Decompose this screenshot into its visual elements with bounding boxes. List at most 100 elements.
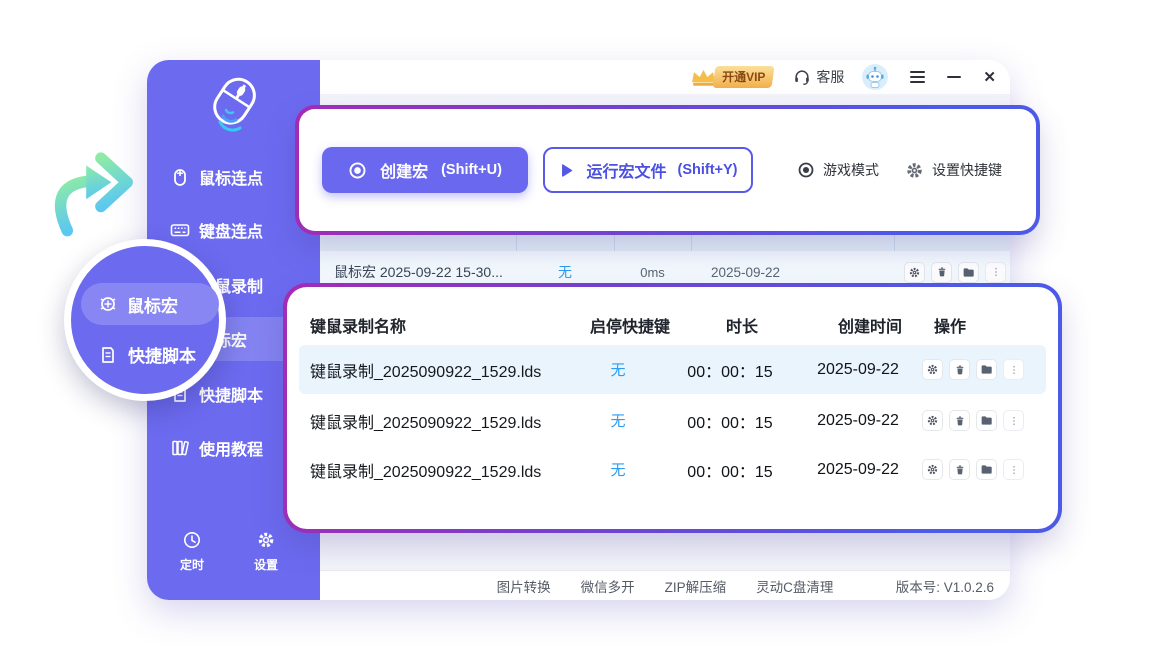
callout-mouse-macro-label: 鼠标宏 bbox=[127, 292, 178, 317]
row-actions bbox=[922, 410, 1046, 431]
col-name: 键鼠录制名称 bbox=[310, 313, 582, 337]
recording-duration: 00：00：15 bbox=[666, 409, 794, 433]
magnifier-callout: 鼠标宏 快捷脚本 bbox=[64, 239, 226, 401]
recording-duration: 00：00：15 bbox=[666, 358, 794, 382]
col-duration: 时长 bbox=[678, 313, 806, 337]
recording-hotkey: 无 bbox=[570, 459, 666, 480]
recording-table-header: 键鼠录制名称 启停快捷键 时长 创建时间 操作 bbox=[287, 309, 1058, 341]
recording-name: 键鼠录制_2025090922_1529.lds bbox=[310, 458, 570, 482]
stage: 鼠标连点 键盘连点 键鼠录制 bbox=[0, 0, 1154, 662]
footer-link-wechat-multi[interactable]: 微信多开 bbox=[581, 576, 635, 596]
macro-name: 鼠标宏 2025-09-22 15-30... bbox=[334, 262, 503, 282]
recording-name: 键鼠录制_2025090922_1529.lds bbox=[310, 358, 570, 382]
settings-action-button[interactable] bbox=[922, 410, 943, 431]
recording-name: 键鼠录制_2025090922_1529.lds bbox=[310, 409, 570, 433]
minimize-icon bbox=[947, 76, 961, 78]
settings-action-button[interactable] bbox=[922, 459, 943, 480]
col-hotkey: 启停快捷键 bbox=[582, 313, 678, 337]
footer-link-image-convert[interactable]: 图片转换 bbox=[497, 576, 551, 596]
headset-icon bbox=[793, 68, 811, 86]
set-hotkey-button[interactable]: 设置快捷键 bbox=[905, 147, 1002, 193]
callout-quick-script-label: 快捷脚本 bbox=[128, 342, 196, 367]
recording-created: 2025-09-22 bbox=[794, 461, 922, 479]
recording-hotkey: 无 bbox=[570, 410, 666, 431]
run-macro-file-button[interactable]: 运行宏文件 (Shift+Y) bbox=[543, 147, 753, 193]
game-mode-toggle[interactable]: 游戏模式 bbox=[797, 147, 879, 193]
customer-service-label: 客服 bbox=[816, 67, 844, 87]
macro-duration: 0ms bbox=[614, 265, 691, 280]
recording-duration: 00：00：15 bbox=[666, 458, 794, 482]
folder-action-button[interactable] bbox=[976, 410, 997, 431]
hamburger-icon bbox=[910, 71, 925, 83]
more-action-button[interactable] bbox=[985, 262, 1006, 283]
recording-created: 2025-09-22 bbox=[794, 412, 922, 430]
row-actions bbox=[922, 459, 1046, 480]
gear-icon bbox=[256, 530, 276, 550]
gear-icon bbox=[905, 161, 924, 180]
minimize-button[interactable] bbox=[947, 76, 961, 78]
set-hotkey-label: 设置快捷键 bbox=[932, 160, 1002, 180]
menu-button[interactable] bbox=[910, 71, 925, 83]
titlebar: 开通VIP 客服 bbox=[320, 60, 1010, 94]
table-row[interactable]: 键鼠录制_2025090922_1529.lds 无 00：00：15 2025… bbox=[299, 345, 1046, 394]
avatar[interactable] bbox=[862, 64, 888, 90]
folder-action-button[interactable] bbox=[958, 262, 979, 283]
recording-hotkey: 无 bbox=[570, 359, 666, 380]
create-macro-button[interactable]: 创建宏 (Shift+U) bbox=[322, 147, 528, 193]
delete-action-button[interactable] bbox=[931, 262, 952, 283]
sidebar-timer-label: 定时 bbox=[180, 556, 204, 573]
keyboard-icon bbox=[170, 220, 190, 240]
settings-action-button[interactable] bbox=[922, 359, 943, 380]
footer: 图片转换 微信多开 ZIP解压缩 灵动C盘清理 版本号: V1.0.2.6 bbox=[320, 570, 1010, 600]
settings-action-button[interactable] bbox=[904, 262, 925, 283]
folder-action-button[interactable] bbox=[976, 459, 997, 480]
footer-link-zip[interactable]: ZIP解压缩 bbox=[665, 576, 727, 596]
version-label: 版本号: V1.0.2.6 bbox=[896, 576, 994, 596]
callout-quick-script-item[interactable]: 快捷脚本 bbox=[98, 342, 196, 367]
more-action-button[interactable] bbox=[1003, 410, 1024, 431]
sidebar-timer-button[interactable]: 定时 bbox=[162, 530, 222, 573]
sidebar-item-label: 键盘连点 bbox=[199, 218, 263, 242]
callout-mouse-macro-item[interactable]: 鼠标宏 bbox=[81, 283, 219, 325]
sidebar-item-label: 使用教程 bbox=[199, 436, 263, 460]
col-created: 创建时间 bbox=[806, 313, 934, 337]
sidebar-settings-label: 设置 bbox=[254, 556, 278, 573]
game-mode-label: 游戏模式 bbox=[823, 160, 879, 180]
macro-bug-icon bbox=[98, 294, 118, 314]
toolbar-highlight-panel: 创建宏 (Shift+U) 运行宏文件 (Shift+Y) 游戏模式 bbox=[295, 105, 1040, 235]
more-action-button[interactable] bbox=[1003, 359, 1024, 380]
sidebar-settings-button[interactable]: 设置 bbox=[236, 530, 296, 573]
folder-action-button[interactable] bbox=[976, 359, 997, 380]
row-actions bbox=[922, 359, 1046, 380]
table-row[interactable]: 键鼠录制_2025090922_1529.lds 无 00：00：15 2025… bbox=[299, 396, 1046, 445]
play-icon bbox=[558, 162, 575, 179]
close-icon: ✕ bbox=[983, 70, 996, 85]
robot-avatar-icon bbox=[862, 64, 888, 90]
tutorial-book-icon bbox=[170, 438, 190, 458]
sidebar-item-label: 快捷脚本 bbox=[199, 382, 263, 406]
more-action-button[interactable] bbox=[1003, 459, 1024, 480]
delete-action-button[interactable] bbox=[949, 359, 970, 380]
vip-button[interactable]: 开通VIP bbox=[689, 66, 773, 88]
delete-action-button[interactable] bbox=[949, 410, 970, 431]
create-macro-shortcut: (Shift+U) bbox=[441, 162, 502, 178]
run-macro-label: 运行宏文件 bbox=[586, 158, 666, 182]
close-button[interactable]: ✕ bbox=[983, 70, 996, 85]
create-macro-label: 创建宏 bbox=[380, 158, 428, 182]
vip-badge: 开通VIP bbox=[713, 66, 775, 88]
macro-hotkey: 无 bbox=[516, 262, 614, 282]
macro-created: 2025-09-22 bbox=[711, 265, 780, 280]
row-actions bbox=[904, 262, 1006, 283]
recording-list-panel: 键鼠录制名称 启停快捷键 时长 创建时间 操作 键鼠录制_2025090922_… bbox=[283, 283, 1062, 533]
delete-action-button[interactable] bbox=[949, 459, 970, 480]
col-actions: 操作 bbox=[934, 313, 1058, 337]
table-row[interactable]: 键鼠录制_2025090922_1529.lds 无 00：00：15 2025… bbox=[299, 445, 1046, 494]
app-logo-mouse-icon bbox=[203, 70, 265, 147]
mouse-click-icon bbox=[170, 167, 190, 187]
run-macro-shortcut: (Shift+Y) bbox=[678, 162, 738, 178]
customer-service-button[interactable]: 客服 bbox=[793, 67, 844, 87]
callout-arrow-icon bbox=[50, 134, 135, 244]
script-doc-icon bbox=[98, 345, 118, 365]
footer-link-c-drive-clean[interactable]: 灵动C盘清理 bbox=[756, 576, 833, 596]
recording-created: 2025-09-22 bbox=[794, 361, 922, 379]
